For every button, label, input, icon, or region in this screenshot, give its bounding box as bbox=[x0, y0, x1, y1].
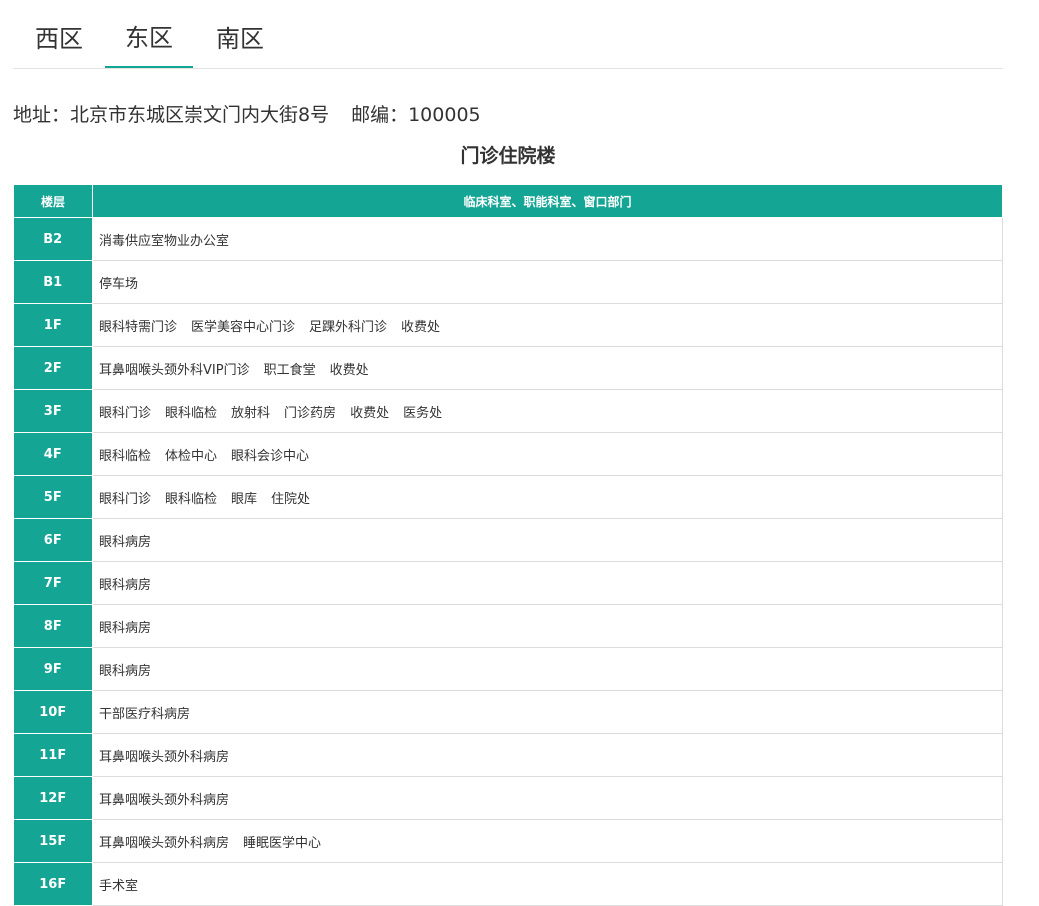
floor-label: 7F bbox=[13, 561, 93, 605]
header-floor: 楼层 bbox=[13, 184, 93, 218]
departments-cell: 眼科门诊 眼科临检 眼库 住院处 bbox=[92, 475, 1003, 519]
floor-label: 2F bbox=[13, 346, 93, 390]
floor-label: 12F bbox=[13, 776, 93, 820]
table-row: 2F 耳鼻咽喉头颈外科VIP门诊 职工食堂 收费处 bbox=[13, 346, 1003, 390]
table-row: 15F 耳鼻咽喉头颈外科病房 睡眠医学中心 bbox=[13, 819, 1003, 863]
department-name: 耳鼻咽喉头颈外科病房 bbox=[99, 749, 230, 765]
department-name: 眼科病房 bbox=[99, 663, 152, 679]
floor-label: 16F bbox=[13, 862, 93, 906]
departments-cell: 眼科特需门诊 医学美容中心门诊 足踝外科门诊 收费处 bbox=[92, 303, 1003, 347]
department-name: 眼科特需门诊 bbox=[99, 319, 178, 335]
department-name: 耳鼻咽喉头颈外科VIP门诊 bbox=[99, 362, 250, 378]
district-tabs: 西区 东区 南区 bbox=[13, 0, 1003, 69]
department-name: 眼科病房 bbox=[99, 620, 152, 636]
table-row: 16F 手术室 bbox=[13, 862, 1003, 906]
department-name: 消毒供应室物业办公室 bbox=[99, 233, 230, 249]
table-row: 1F 眼科特需门诊 医学美容中心门诊 足踝外科门诊 收费处 bbox=[13, 303, 1003, 347]
floor-directory-table: 楼层 临床科室、职能科室、窗口部门 B2 消毒供应室物业办公室 B1 停车场 1F 眼科特… bbox=[13, 184, 1003, 906]
department-name: 医务处 bbox=[403, 405, 443, 421]
department-name: 足踝外科门诊 bbox=[309, 319, 388, 335]
tab-east[interactable]: 东区 bbox=[105, 0, 193, 68]
table-row: 11F 耳鼻咽喉头颈外科病房 bbox=[13, 733, 1003, 777]
department-name: 眼科病房 bbox=[99, 534, 152, 550]
department-name: 眼科门诊 bbox=[99, 491, 152, 507]
tab-south[interactable]: 南区 bbox=[193, 0, 287, 68]
departments-cell: 眼科病房 bbox=[92, 561, 1003, 605]
departments-cell: 眼科病房 bbox=[92, 518, 1003, 562]
department-name: 耳鼻咽喉头颈外科病房 bbox=[99, 835, 230, 851]
table-body: B2 消毒供应室物业办公室 B1 停车场 1F 眼科特需门诊 医学美容中心门诊 足踝外科门诊收… bbox=[13, 217, 1003, 906]
floor-label: 3F bbox=[13, 389, 93, 433]
departments-cell: 手术室 bbox=[92, 862, 1003, 906]
department-name: 放射科 bbox=[231, 405, 271, 421]
department-name: 眼科临检 bbox=[165, 405, 218, 421]
departments-cell: 眼科病房 bbox=[92, 604, 1003, 648]
floor-label: 1F bbox=[13, 303, 93, 347]
departments-cell: 眼科病房 bbox=[92, 647, 1003, 691]
postcode-text: 邮编：100005 bbox=[351, 104, 481, 126]
table-row: 6F 眼科病房 bbox=[13, 518, 1003, 562]
department-name: 收费处 bbox=[401, 319, 441, 335]
departments-cell: 干部医疗科病房 bbox=[92, 690, 1003, 734]
table-row: 9F 眼科病房 bbox=[13, 647, 1003, 691]
table-row: 3F 眼科门诊 眼科临检 放射科 门诊药房 收费处 医务处 bbox=[13, 389, 1003, 433]
department-name: 眼科临检 bbox=[165, 491, 218, 507]
department-name: 医学美容中心门诊 bbox=[191, 319, 296, 335]
department-name: 收费处 bbox=[329, 362, 369, 378]
department-name: 手术室 bbox=[99, 878, 139, 894]
departments-cell: 眼科门诊 眼科临检 放射科 门诊药房 收费处 医务处 bbox=[92, 389, 1003, 433]
table-header-row: 楼层 临床科室、职能科室、窗口部门 bbox=[13, 184, 1003, 218]
table-row: 4F 眼科临检 体检中心 眼科会诊中心 bbox=[13, 432, 1003, 476]
department-name: 眼库 bbox=[231, 491, 258, 507]
floor-label: 9F bbox=[13, 647, 93, 691]
department-name: 住院处 bbox=[271, 491, 311, 507]
departments-cell: 眼科临检 体检中心 眼科会诊中心 bbox=[92, 432, 1003, 476]
floor-label: 6F bbox=[13, 518, 93, 562]
address-text: 地址：北京市东城区崇文门内大街8号 bbox=[13, 104, 330, 126]
table-row: 5F 眼科门诊 眼科临检 眼库 住院处 bbox=[13, 475, 1003, 519]
floor-label: 4F bbox=[13, 432, 93, 476]
building-title: 门诊住院楼 bbox=[460, 145, 556, 167]
departments-cell: 停车场 bbox=[92, 260, 1003, 304]
department-name: 干部医疗科病房 bbox=[99, 706, 191, 722]
departments-cell: 耳鼻咽喉头颈外科VIP门诊 职工食堂 收费处 bbox=[92, 346, 1003, 390]
floor-label: 10F bbox=[13, 690, 93, 734]
table-row: 12F 耳鼻咽喉头颈外科病房 bbox=[13, 776, 1003, 820]
tab-west[interactable]: 西区 bbox=[13, 0, 105, 68]
department-name: 职工食堂 bbox=[263, 362, 316, 378]
header-departments: 临床科室、职能科室、窗口部门 bbox=[92, 184, 1003, 218]
department-name: 睡眠医学中心 bbox=[243, 835, 322, 851]
department-name: 眼科病房 bbox=[99, 577, 152, 593]
table-row: 10F 干部医疗科病房 bbox=[13, 690, 1003, 734]
department-name: 眼科门诊 bbox=[99, 405, 152, 421]
floor-label: B2 bbox=[13, 217, 93, 261]
department-name: 耳鼻咽喉头颈外科病房 bbox=[99, 792, 230, 808]
departments-cell: 耳鼻咽喉头颈外科病房 bbox=[92, 733, 1003, 777]
department-name: 收费处 bbox=[350, 405, 390, 421]
departments-cell: 耳鼻咽喉头颈外科病房 bbox=[92, 776, 1003, 820]
department-name: 门诊药房 bbox=[284, 405, 337, 421]
address-line: 地址：北京市东城区崇文门内大街8号 邮编：100005 bbox=[13, 100, 481, 127]
table-row: B2 消毒供应室物业办公室 bbox=[13, 217, 1003, 261]
floor-label: 11F bbox=[13, 733, 93, 777]
floor-label: 8F bbox=[13, 604, 93, 648]
floor-label: 15F bbox=[13, 819, 93, 863]
departments-cell: 耳鼻咽喉头颈外科病房 睡眠医学中心 bbox=[92, 819, 1003, 863]
floor-label: B1 bbox=[13, 260, 93, 304]
table-row: B1 停车场 bbox=[13, 260, 1003, 304]
departments-cell: 消毒供应室物业办公室 bbox=[92, 217, 1003, 261]
table-row: 7F 眼科病房 bbox=[13, 561, 1003, 605]
table-row: 8F 眼科病房 bbox=[13, 604, 1003, 648]
floor-label: 5F bbox=[13, 475, 93, 519]
department-name: 体检中心 bbox=[165, 448, 218, 464]
department-name: 眼科会诊中心 bbox=[231, 448, 310, 464]
department-name: 眼科临检 bbox=[99, 448, 152, 464]
department-name: 停车场 bbox=[99, 276, 139, 292]
